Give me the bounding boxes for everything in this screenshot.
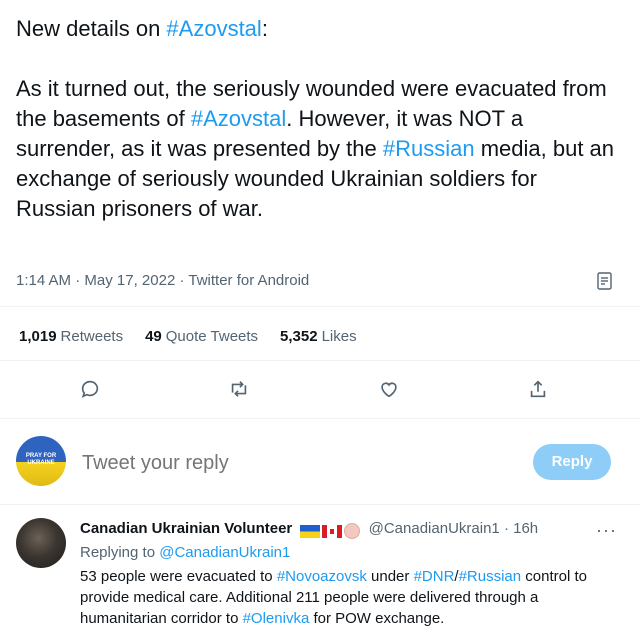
hashtag-azovstal[interactable]: #Azovstal [166, 16, 261, 41]
canada-flag-icon [322, 524, 343, 538]
reply-icon[interactable] [79, 378, 103, 402]
avatar[interactable] [16, 518, 66, 568]
avatar[interactable]: PRAY FOR UKRAINE [16, 436, 66, 486]
name-emojis [300, 522, 361, 540]
hashtag-novoazovsk[interactable]: #Novoazovsk [277, 568, 367, 585]
hashtag-dnr[interactable]: #DNR [414, 568, 455, 585]
reply-button[interactable]: Reply [533, 444, 611, 480]
fist-icon [344, 523, 361, 540]
tweet-paragraph-2: As it turned out, the seriously wounded … [16, 76, 615, 221]
hashtag-russian[interactable]: #Russian [459, 568, 522, 585]
replying-to: Replying to @CanadianUkrain1 [80, 544, 291, 561]
tweet-date[interactable]: May 17, 2022 [84, 272, 175, 289]
author-name[interactable]: Canadian Ukrainian Volunteer [80, 520, 292, 537]
tweet-stats: 1,019 Retweets 49 Quote Tweets 5,352 Likes [19, 328, 357, 345]
reply-time[interactable]: 16h [513, 520, 538, 537]
retweet-icon[interactable] [228, 378, 252, 402]
more-icon[interactable]: ··· [596, 520, 617, 541]
hashtag-olenivka[interactable]: #Olenivka [243, 610, 310, 627]
heart-icon[interactable] [378, 378, 402, 402]
divider [0, 418, 640, 419]
hashtag-russian[interactable]: #Russian [383, 136, 475, 161]
tweet-time[interactable]: 1:14 AM [16, 272, 71, 289]
tweet-text: New details on #Azovstal: As it turned o… [16, 14, 620, 224]
retweets-stat[interactable]: 1,019 Retweets [19, 328, 123, 345]
divider [0, 306, 640, 307]
quote-tweets-stat[interactable]: 49 Quote Tweets [145, 328, 258, 345]
tweet-source[interactable]: Twitter for Android [188, 272, 309, 289]
reply-text: 53 people were evacuated to #Novoazovsk … [80, 568, 587, 627]
reply-header: Canadian Ukrainian Volunteer @CanadianUk… [80, 520, 538, 540]
divider [0, 504, 640, 505]
hashtag-azovstal-2[interactable]: #Azovstal [191, 106, 286, 131]
author-handle[interactable]: @CanadianUkrain1 [369, 520, 500, 537]
analytics-icon[interactable] [595, 271, 615, 291]
likes-stat[interactable]: 5,352 Likes [280, 328, 357, 345]
ukraine-flag-icon [300, 524, 321, 538]
tweet-line-1: New details on #Azovstal: [16, 16, 268, 41]
divider [0, 360, 640, 361]
tweet-meta: 1:14 AM · May 17, 2022 · Twitter for And… [16, 272, 310, 289]
tweet-actions [0, 378, 640, 404]
replying-handle[interactable]: @CanadianUkrain1 [159, 544, 290, 561]
reply-input[interactable] [82, 452, 502, 475]
tweet-detail-page: New details on #Azovstal: As it turned o… [0, 0, 640, 638]
share-icon[interactable] [527, 378, 551, 402]
